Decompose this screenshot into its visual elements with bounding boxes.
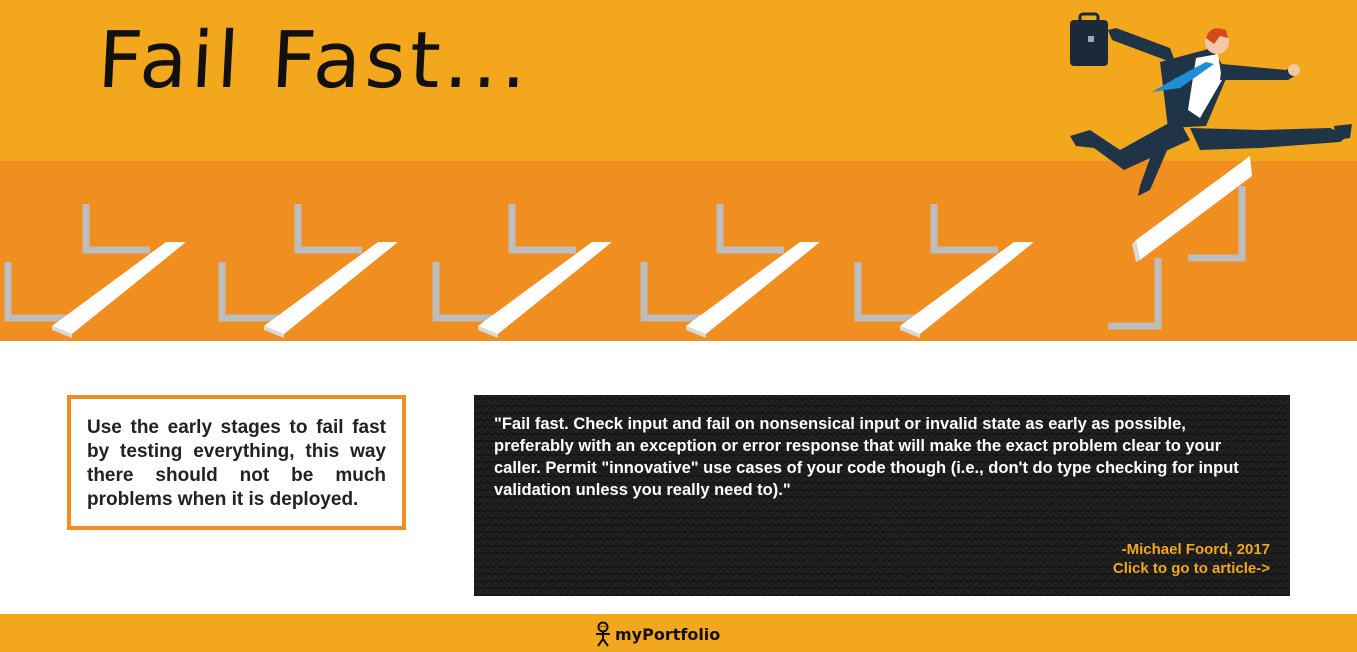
quote-attribution: -Michael Foord, 2017 Click to go to arti… xyxy=(1113,540,1270,578)
hurdle-icon xyxy=(218,204,398,338)
hero-banner: Fail Fast... xyxy=(0,0,1357,341)
footer-logo[interactable]: myPortfolio xyxy=(593,621,720,647)
article-link[interactable]: Click to go to article-> xyxy=(1113,559,1270,578)
hurdle-icon xyxy=(432,204,612,338)
callout-text: Use the early stages to fail fast by tes… xyxy=(87,417,386,510)
hurdle-icon xyxy=(640,204,820,338)
quote-box[interactable]: "Fail fast. Check input and fail on nons… xyxy=(474,395,1290,596)
hurdle-icon xyxy=(854,204,1034,338)
quote-author: -Michael Foord, 2017 xyxy=(1121,541,1270,558)
footer-logo-text: myPortfolio xyxy=(615,624,721,644)
quote-text: "Fail fast. Check input and fail on nons… xyxy=(494,415,1239,499)
page: Fail Fast... Use the early stages to fai… xyxy=(0,0,1357,652)
info-callout: Use the early stages to fail fast by tes… xyxy=(67,395,406,530)
hurdle-icon xyxy=(4,204,186,338)
page-title: Fail Fast... xyxy=(95,16,534,106)
footer: myPortfolio xyxy=(0,614,1357,652)
hurdle-icon xyxy=(1108,156,1252,330)
businessman-jumping-icon xyxy=(1070,12,1352,196)
stick-figure-icon xyxy=(596,621,610,647)
